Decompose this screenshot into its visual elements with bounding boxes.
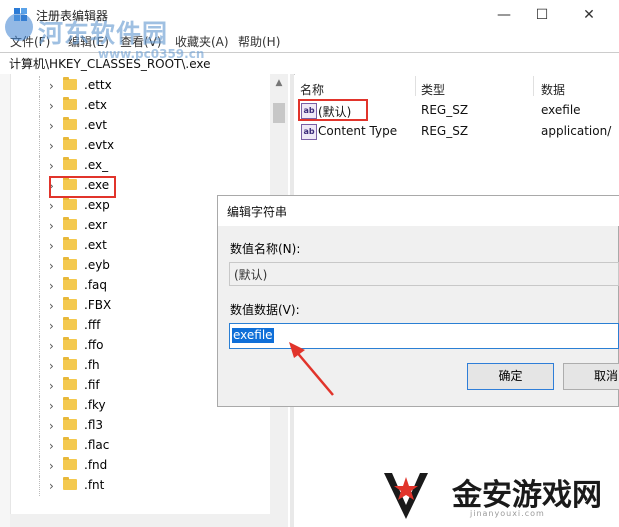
ok-button[interactable]: 确定 [467,363,554,390]
scroll-up-arrow-icon[interactable]: ▲ [272,78,286,90]
chevron-right-icon[interactable]: › [49,299,59,313]
chevron-right-icon[interactable]: › [49,399,59,413]
folder-icon [63,437,77,450]
chevron-right-icon[interactable]: › [49,219,59,233]
folder-icon [63,337,77,350]
chevron-right-icon[interactable]: › [49,339,59,353]
watermark-bottom-url: jinanyouxi.com [470,509,545,518]
column-separator[interactable] [415,76,416,96]
ab-string-icon: ab [301,124,317,140]
folder-icon [63,417,77,430]
folder-icon [63,457,77,470]
folder-icon [63,157,77,170]
chevron-right-icon[interactable]: › [49,439,59,453]
close-button[interactable]: ✕ [566,0,612,30]
folder-icon [63,117,77,130]
tree-item[interactable]: › .etx [0,96,270,116]
tree-item[interactable]: › .fnd [0,456,270,476]
value-name-field [229,262,619,286]
tree-item[interactable]: › .fl3 [0,416,270,436]
column-separator[interactable] [533,76,534,96]
chevron-right-icon[interactable]: › [49,139,59,153]
chevron-right-icon[interactable]: › [49,259,59,273]
value-name-content-type[interactable]: Content Type [318,124,397,138]
watermark-top-url: www.pc0359.cn [98,47,205,61]
watermark-logo-top [5,13,33,41]
dialog-title: 编辑字符串 [227,205,288,219]
folder-icon [63,317,77,330]
chevron-right-icon[interactable]: › [49,99,59,113]
value-data-selected-text[interactable]: exefile [232,328,274,343]
chevron-right-icon[interactable]: › [49,199,59,213]
column-header-name[interactable]: 名称 [300,81,324,98]
folder-icon [63,137,77,150]
chevron-right-icon[interactable]: › [49,79,59,93]
folder-icon [63,277,77,290]
highlight-exe-key [49,176,116,198]
chevron-right-icon[interactable]: › [49,379,59,393]
folder-icon [63,217,77,230]
chevron-right-icon[interactable]: › [49,359,59,373]
chevron-right-icon[interactable]: › [49,419,59,433]
tree-item[interactable]: › .ettx [0,76,270,96]
tree-item[interactable]: › .flac [0,436,270,456]
chevron-right-icon[interactable]: › [49,319,59,333]
watermark-top-brand: 河东软件园 [38,19,169,48]
value-type: REG_SZ [421,124,469,138]
chevron-right-icon[interactable]: › [49,239,59,253]
value-type: REG_SZ [421,103,469,117]
tree-item[interactable]: › .ex_ [0,156,270,176]
tree-item[interactable]: › .evt [0,116,270,136]
value-data-label: 数值数据(V): [230,303,300,317]
folder-icon [63,477,77,490]
scroll-thumb[interactable] [273,103,285,123]
annotation-arrow-icon [289,342,334,396]
chevron-right-icon[interactable]: › [49,479,59,493]
folder-icon [63,77,77,90]
chevron-right-icon[interactable]: › [49,279,59,293]
chevron-right-icon[interactable]: › [49,159,59,173]
tree-item-selected[interactable]: › .exe [0,176,270,196]
folder-icon [63,197,77,210]
folder-icon [63,297,77,310]
tree-item[interactable]: › .fnt [0,476,270,496]
maximize-button[interactable]: ☐ [519,0,565,30]
highlight-default-value [298,99,368,121]
left-edge-strip [0,74,11,527]
folder-icon [63,397,77,410]
chevron-right-icon[interactable]: › [49,119,59,133]
folder-icon [63,377,77,390]
folder-icon [63,357,77,370]
cancel-button[interactable]: 取消 [563,363,619,390]
value-data: exefile [541,103,581,117]
value-name-label: 数值名称(N): [230,242,301,256]
value-name-text: (默认) [234,268,268,282]
folder-icon [63,237,77,250]
value-data: application/ [541,124,612,138]
folder-icon [63,97,77,110]
folder-icon [63,257,77,270]
column-header-data[interactable]: 数据 [541,81,565,98]
tree-horizontal-scrollbar[interactable] [10,514,270,527]
tree-item[interactable]: › .evtx [0,136,270,156]
watermark-star-logo-icon [384,473,428,519]
column-header-type[interactable]: 类型 [421,81,445,98]
menu-help[interactable]: 帮助(H) [238,33,280,50]
chevron-right-icon[interactable]: › [49,459,59,473]
watermark-bottom-brand: 金安游戏网 [452,478,602,513]
